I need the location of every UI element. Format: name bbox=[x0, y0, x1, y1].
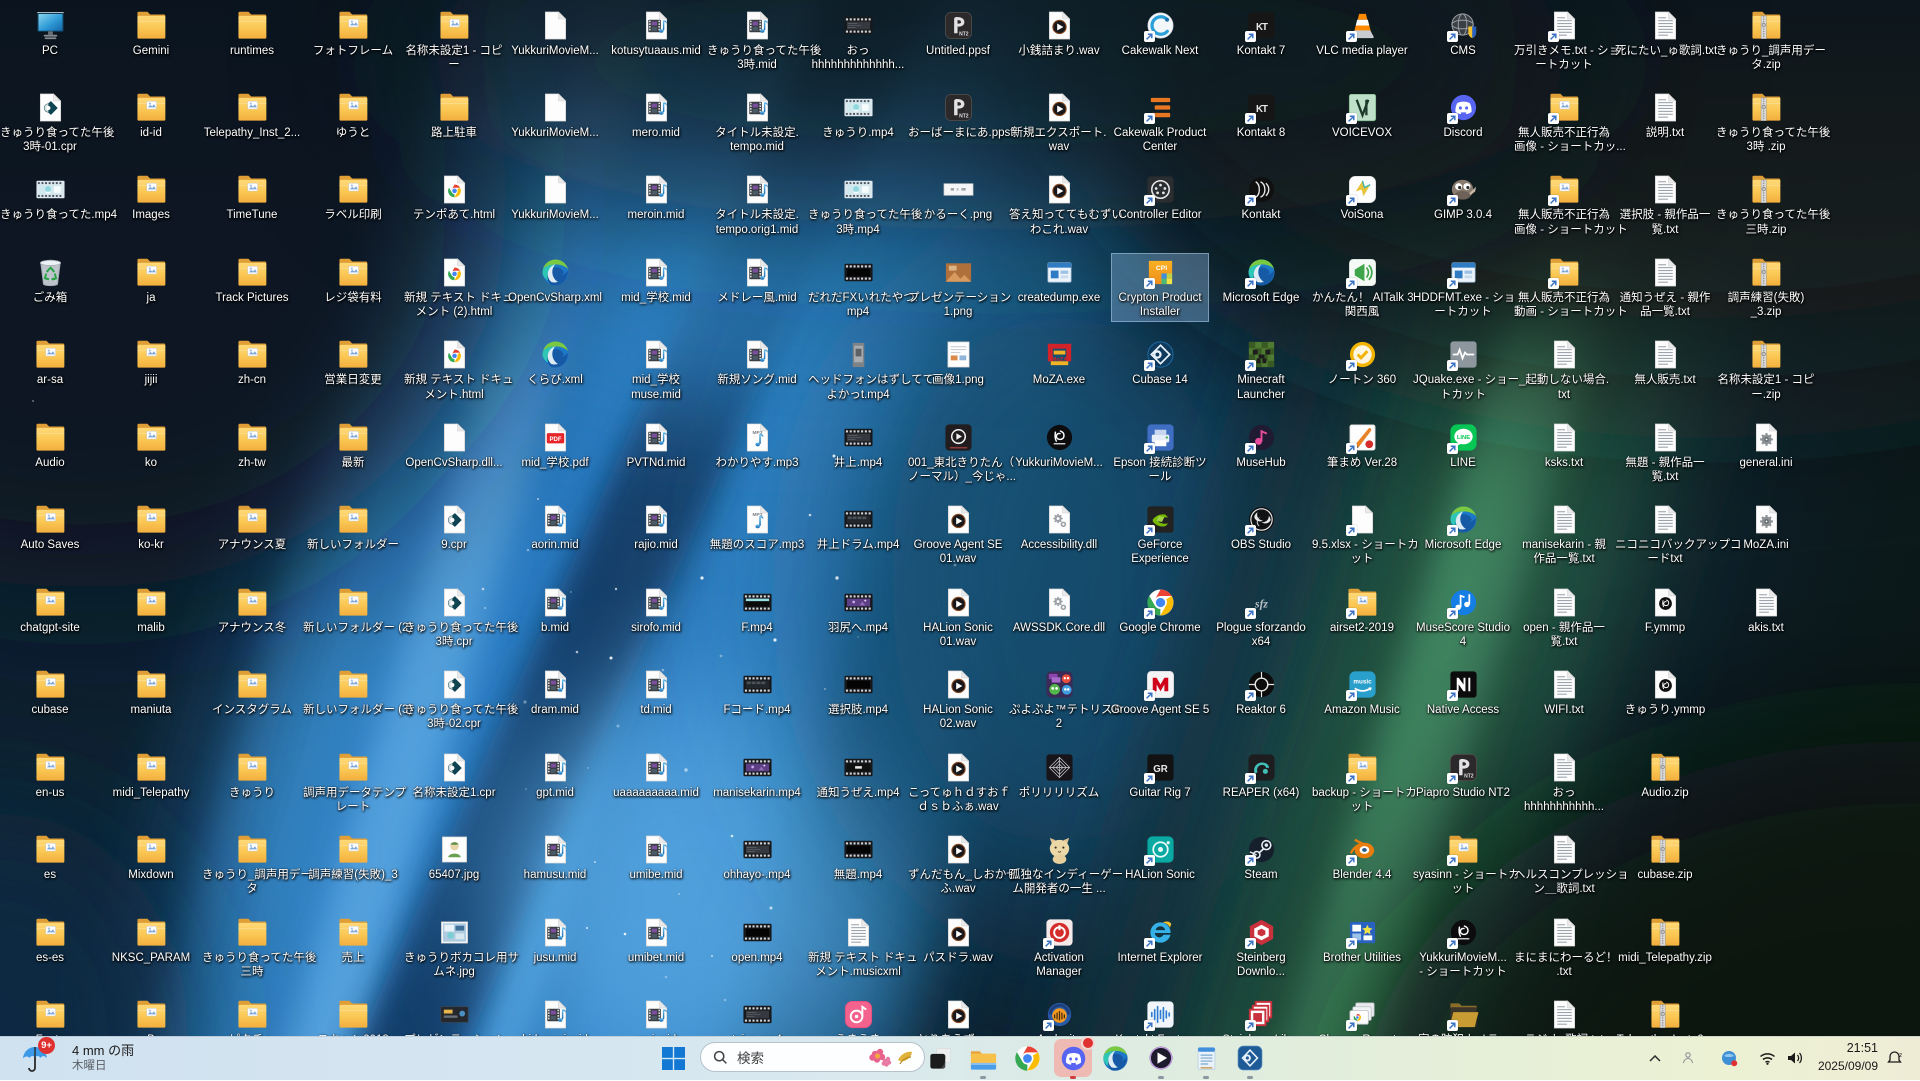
svg-text:z: z bbox=[1899, 1052, 1902, 1059]
